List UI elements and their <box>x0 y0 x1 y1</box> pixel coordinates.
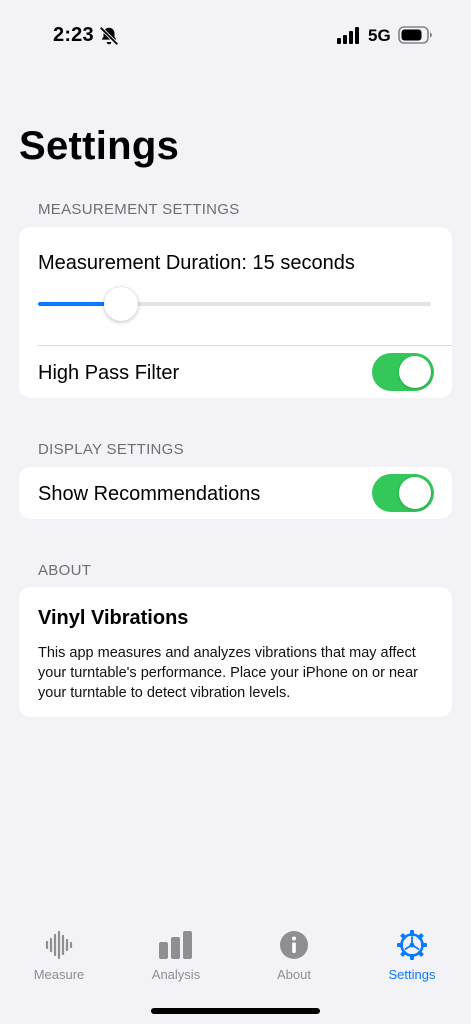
tab-settings[interactable]: Settings <box>353 920 471 990</box>
page-title: Settings <box>19 124 180 168</box>
measurement-settings-card: Measurement Duration: 15 seconds High Pa… <box>19 227 452 398</box>
battery-icon <box>398 26 432 44</box>
bar-chart-icon <box>159 931 192 959</box>
tab-label: About <box>277 967 311 982</box>
duration-slider[interactable] <box>38 287 431 321</box>
toggle-knob <box>399 477 431 509</box>
home-indicator <box>151 1008 320 1014</box>
gear-icon <box>397 930 427 960</box>
tab-label: Analysis <box>151 967 201 982</box>
show-recommendations-label: Show Recommendations <box>38 483 261 505</box>
tab-measure[interactable]: Measure <box>0 920 118 990</box>
section-header-display: DISPLAY SETTINGS <box>38 441 184 458</box>
section-header-about: ABOUT <box>38 562 92 579</box>
divider <box>38 345 452 346</box>
display-settings-card: Show Recommendations <box>19 467 452 519</box>
high-pass-filter-toggle[interactable] <box>372 353 434 391</box>
tab-about[interactable]: About <box>235 920 353 990</box>
section-header-measurement: MEASUREMENT SETTINGS <box>38 201 240 218</box>
waveform-icon <box>45 930 73 960</box>
tab-analysis[interactable]: Analysis <box>117 920 235 990</box>
duration-label: Measurement Duration: 15 seconds <box>38 252 355 274</box>
about-card: Vinyl Vibrations This app measures and a… <box>19 587 452 717</box>
status-time: 2:23 <box>53 24 94 46</box>
high-pass-filter-label: High Pass Filter <box>38 362 180 384</box>
network-label: 5G <box>368 26 391 45</box>
info-icon <box>280 931 308 959</box>
signal-icon <box>337 27 359 44</box>
bell-slash-icon <box>99 26 119 46</box>
app-description: This app measures and analyzes vibration… <box>38 645 418 701</box>
show-recommendations-toggle[interactable] <box>372 474 434 512</box>
tab-label: Measure <box>33 967 85 982</box>
app-name: Vinyl Vibrations <box>38 607 189 629</box>
tab-label: Settings <box>388 967 436 982</box>
toggle-knob <box>399 356 431 388</box>
status-bar: 2:23 5G <box>0 0 471 70</box>
duration-slider-thumb[interactable] <box>103 287 138 321</box>
